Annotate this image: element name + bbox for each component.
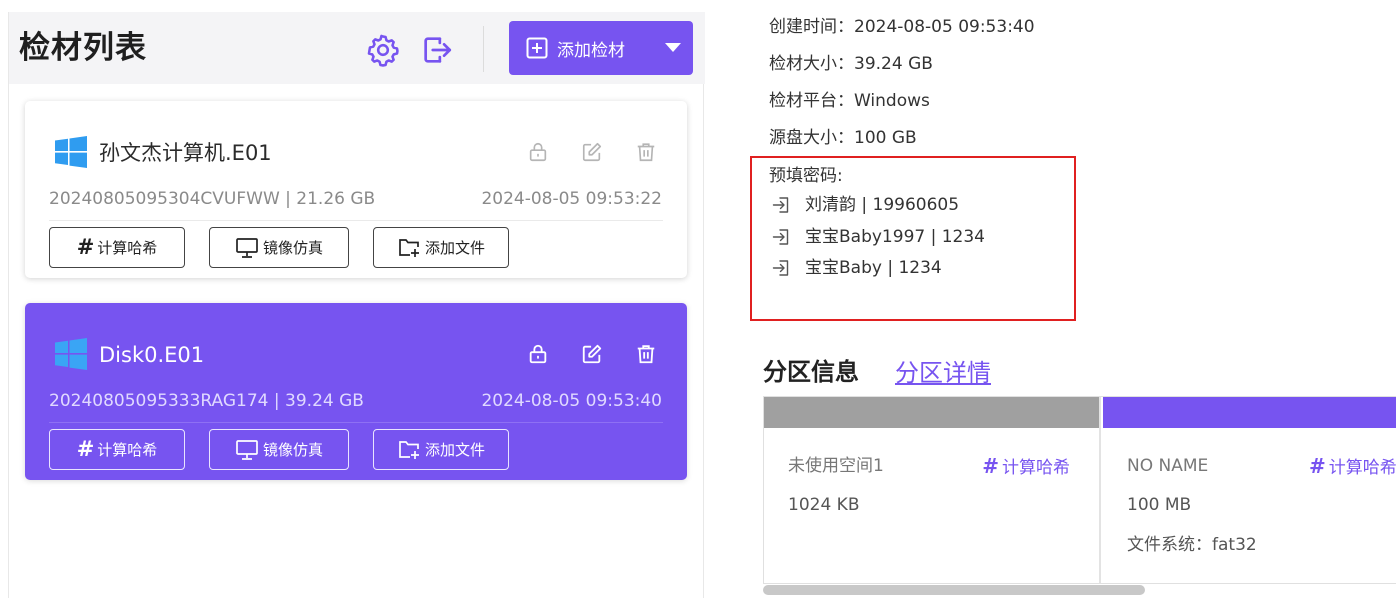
evidence-platform: 检材平台：Windows [769, 91, 930, 111]
compute-hash-label: 计算哈希 [97, 239, 158, 257]
card-divider [49, 220, 663, 221]
delete-button[interactable] [633, 341, 659, 367]
hash-icon: # [76, 437, 95, 461]
add-file-button[interactable]: 添加文件 [373, 429, 509, 470]
compute-hash-label: 计算哈希 [97, 441, 158, 459]
partition-card[interactable]: NO NAME # 计算哈希 100 MB 文件系统：fat32 [1103, 397, 1396, 583]
password-text: 宝宝Baby1997 | 1234 [805, 227, 985, 247]
hash-icon: # [76, 235, 95, 259]
hash-icon: # [1309, 454, 1326, 478]
password-item[interactable]: 刘清韵 | 19960605 [771, 193, 959, 217]
page-title: 检材列表 [19, 30, 147, 66]
delete-button[interactable] [633, 139, 659, 165]
mirror-emulation-button[interactable]: 镜像仿真 [209, 429, 349, 470]
lock-button[interactable] [525, 341, 551, 367]
password-text: 宝宝Baby | 1234 [805, 258, 942, 278]
partition-name: 未使用空间1 [788, 456, 884, 476]
plus-square-icon [525, 36, 549, 60]
login-arrow-icon [771, 258, 791, 278]
horizontal-scrollbar[interactable] [763, 585, 1145, 595]
login-arrow-icon [771, 195, 791, 215]
partition-hash-label: 计算哈希 [1002, 458, 1070, 478]
card-divider [49, 422, 663, 423]
gear-icon [367, 34, 399, 67]
evidence-name: Disk0.E01 [99, 343, 205, 367]
partition-section-title: 分区信息 [763, 358, 859, 386]
logout-button[interactable] [419, 32, 455, 68]
header-divider [483, 26, 484, 72]
logout-icon [424, 37, 452, 63]
partition-filesystem: 文件系统：fat32 [1127, 535, 1257, 555]
partition-hash-button[interactable]: # 计算哈希 [982, 454, 1070, 480]
evidence-list-header: 检材列表 添加检材 [9, 12, 705, 84]
prefilled-password-label: 预填密码: [769, 166, 843, 186]
mirror-emulation-button[interactable]: 镜像仿真 [209, 227, 349, 268]
evidence-time: 2024-08-05 09:53:40 [481, 391, 662, 411]
mirror-emulation-label: 镜像仿真 [262, 441, 323, 459]
monitor-icon [235, 439, 259, 461]
evidence-size: 检材大小：39.24 GB [769, 54, 933, 74]
edit-icon [582, 344, 602, 364]
add-file-label: 添加文件 [424, 441, 485, 459]
trash-icon [637, 143, 655, 162]
folder-plus-icon [397, 439, 421, 461]
evidence-meta: 20240805095333RAG174 | 39.24 GB [49, 391, 364, 411]
partition-size: 1024 KB [788, 495, 860, 515]
evidence-card[interactable]: 孙文杰计算机.E01 20240805095304CVUFWW | 21.26 … [25, 101, 687, 278]
mirror-emulation-label: 镜像仿真 [262, 239, 323, 257]
partition-hash-label: 计算哈希 [1328, 458, 1396, 478]
lock-button[interactable] [525, 139, 551, 165]
password-text: 刘清韵 | 19960605 [805, 195, 960, 215]
compute-hash-button[interactable]: # 计算哈希 [49, 429, 185, 470]
evidence-meta: 20240805095304CVUFWW | 21.26 GB [49, 189, 376, 209]
hash-icon: # [982, 454, 999, 478]
chevron-down-icon[interactable] [665, 43, 681, 52]
evidence-name: 孙文杰计算机.E01 [99, 141, 272, 165]
edit-icon [582, 142, 602, 162]
partition-card[interactable]: 未使用空间1 # 计算哈希 1024 KB [764, 397, 1101, 583]
partition-size: 100 MB [1127, 495, 1192, 515]
lock-icon [529, 142, 547, 162]
lock-icon [529, 344, 547, 364]
compute-hash-button[interactable]: # 计算哈希 [49, 227, 185, 268]
partition-detail-link[interactable]: 分区详情 [895, 357, 991, 389]
partition-header-bar [764, 397, 1099, 428]
partition-table: 未使用空间1 # 计算哈希 1024 KB NO NAME # 计算哈希 100 M… [763, 396, 1396, 584]
add-evidence-label: 添加检材 [557, 40, 625, 61]
trash-icon [637, 345, 655, 364]
password-item[interactable]: 宝宝Baby1997 | 1234 [771, 225, 985, 249]
edit-button[interactable] [579, 139, 605, 165]
partition-hash-button[interactable]: # 计算哈希 [1309, 454, 1396, 480]
windows-icon [55, 338, 87, 370]
evidence-time: 2024-08-05 09:53:22 [481, 189, 662, 209]
edit-button[interactable] [579, 341, 605, 367]
folder-plus-icon [397, 237, 421, 259]
add-file-button[interactable]: 添加文件 [373, 227, 509, 268]
partition-name: NO NAME [1127, 456, 1209, 476]
created-time: 创建时间：2024-08-05 09:53:40 [769, 17, 1035, 37]
add-evidence-button[interactable]: 添加检材 [509, 21, 693, 75]
monitor-icon [235, 237, 259, 259]
evidence-card-selected[interactable]: Disk0.E01 20240805095333RAG174 | 39.24 G… [25, 303, 687, 480]
password-item[interactable]: 宝宝Baby | 1234 [771, 256, 942, 280]
settings-button[interactable] [365, 32, 401, 68]
login-arrow-icon [771, 227, 791, 247]
windows-icon [55, 136, 87, 168]
partition-header-bar [1103, 397, 1396, 428]
source-disk-size: 源盘大小：100 GB [769, 128, 917, 148]
evidence-list-panel: 检材列表 添加检材 孙文杰计算机.E01 20240805095304CVUFW… [8, 12, 705, 598]
add-file-label: 添加文件 [424, 239, 485, 257]
